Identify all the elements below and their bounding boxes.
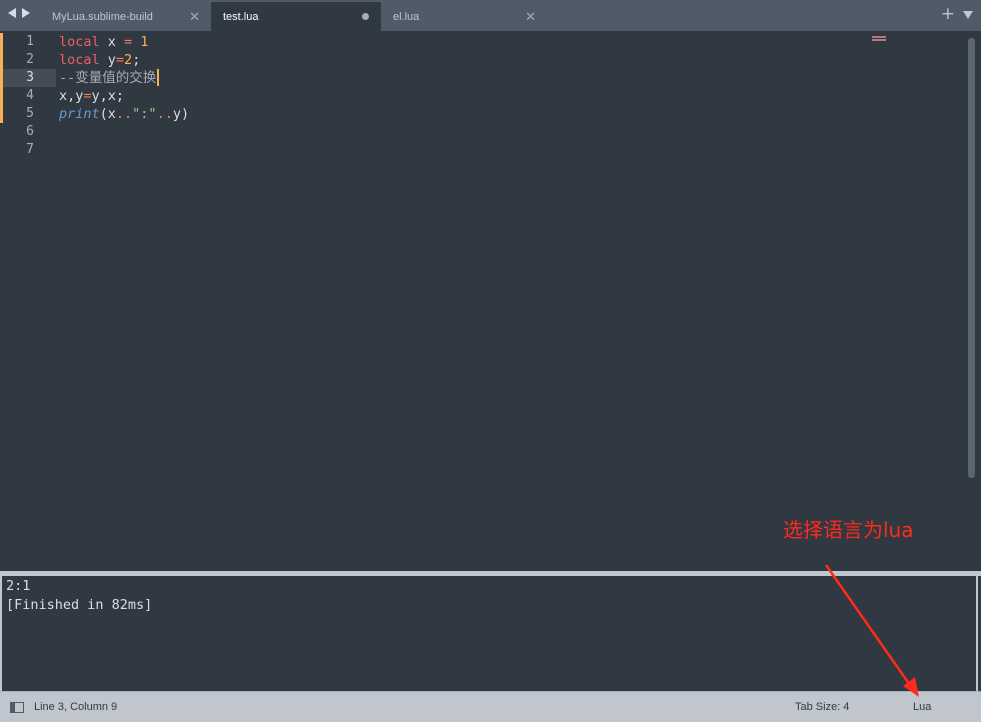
number-token: 2 xyxy=(124,52,133,68)
punctuation-token: ; xyxy=(132,52,141,68)
operator-token: = xyxy=(83,88,92,104)
cursor-position: Line 3, Column 9 xyxy=(34,701,118,713)
tab-label: test.lua xyxy=(223,10,259,23)
nav-back-icon[interactable] xyxy=(8,8,16,18)
chevron-down-icon[interactable] xyxy=(963,11,973,19)
identifier-token: (x xyxy=(99,106,116,122)
text-cursor xyxy=(157,69,160,86)
tab-label: el.lua xyxy=(393,10,420,23)
nav-arrows xyxy=(8,8,30,18)
tab-size-selector[interactable]: Tab Size: 4 xyxy=(795,701,849,713)
identifier-token: x,y xyxy=(59,88,84,104)
nav-forward-icon[interactable] xyxy=(22,8,30,18)
identifier-token: y,x; xyxy=(91,88,125,104)
line-number: 2 xyxy=(26,52,34,67)
identifier-token: y) xyxy=(172,106,190,122)
keyword-token: local xyxy=(59,34,100,50)
new-tab-plus-icon[interactable]: + xyxy=(941,4,955,24)
vertical-scrollbar[interactable] xyxy=(968,38,975,478)
unsaved-dot-icon[interactable] xyxy=(362,13,369,20)
tab-mylua-build[interactable]: MyLua.sublime-build ✕ xyxy=(40,2,210,31)
panel-toggle-icon[interactable] xyxy=(10,702,24,713)
line-number: 5 xyxy=(26,106,34,121)
identifier-token: y xyxy=(99,52,116,68)
code-line[interactable]: x,y=y,x; xyxy=(59,87,189,105)
code-line[interactable]: local y=2; xyxy=(59,51,189,69)
function-token: print xyxy=(59,106,100,122)
close-icon[interactable]: ✕ xyxy=(525,9,536,25)
close-icon[interactable]: ✕ xyxy=(189,9,200,25)
tab-label: MyLua.sublime-build xyxy=(52,10,153,23)
code-line[interactable]: local x = 1 xyxy=(59,33,189,51)
line-number-gutter: 1 2 3 4 5 6 7 xyxy=(0,33,44,159)
code-line[interactable]: print(x..":"..y) xyxy=(59,105,189,123)
minimap[interactable] xyxy=(872,36,886,44)
status-bar: Line 3, Column 9 Tab Size: 4 Lua xyxy=(0,691,981,722)
code-line-current[interactable]: --变量值的交换 xyxy=(59,69,189,87)
identifier-token: x xyxy=(99,34,125,50)
tab-test-lua[interactable]: test.lua xyxy=(211,2,381,31)
tab-el-lua[interactable]: el.lua ✕ xyxy=(381,2,546,31)
operator-token: = xyxy=(115,52,125,68)
operator-token: .. xyxy=(156,106,173,122)
code-content[interactable]: local x = 1 local y=2; --变量值的交换 x,y=y,x;… xyxy=(59,33,189,123)
line-number: 1 xyxy=(26,34,34,49)
keyword-token: local xyxy=(59,52,100,68)
number-token: 1 xyxy=(132,34,149,50)
output-line: 2:1 xyxy=(6,578,31,594)
line-number: 3 xyxy=(26,70,34,85)
syntax-selector[interactable]: Lua xyxy=(913,701,931,713)
string-token: ":" xyxy=(132,106,157,122)
line-number: 6 xyxy=(26,124,34,139)
output-line: [Finished in 82ms] xyxy=(6,597,153,613)
tab-bar: MyLua.sublime-build ✕ test.lua el.lua ✕ … xyxy=(0,0,981,31)
operator-token: = xyxy=(124,34,133,50)
operator-token: .. xyxy=(115,106,133,122)
comment-token: --变量值的交换 xyxy=(59,70,157,86)
line-number: 7 xyxy=(26,142,34,157)
code-editor[interactable]: 1 2 3 4 5 6 7 local x = 1 local y=2; --变… xyxy=(0,31,981,571)
build-output-panel[interactable]: 2:1 [Finished in 82ms] xyxy=(0,576,978,691)
annotation-label: 选择语言为lua xyxy=(783,518,914,542)
line-number: 4 xyxy=(26,88,34,103)
